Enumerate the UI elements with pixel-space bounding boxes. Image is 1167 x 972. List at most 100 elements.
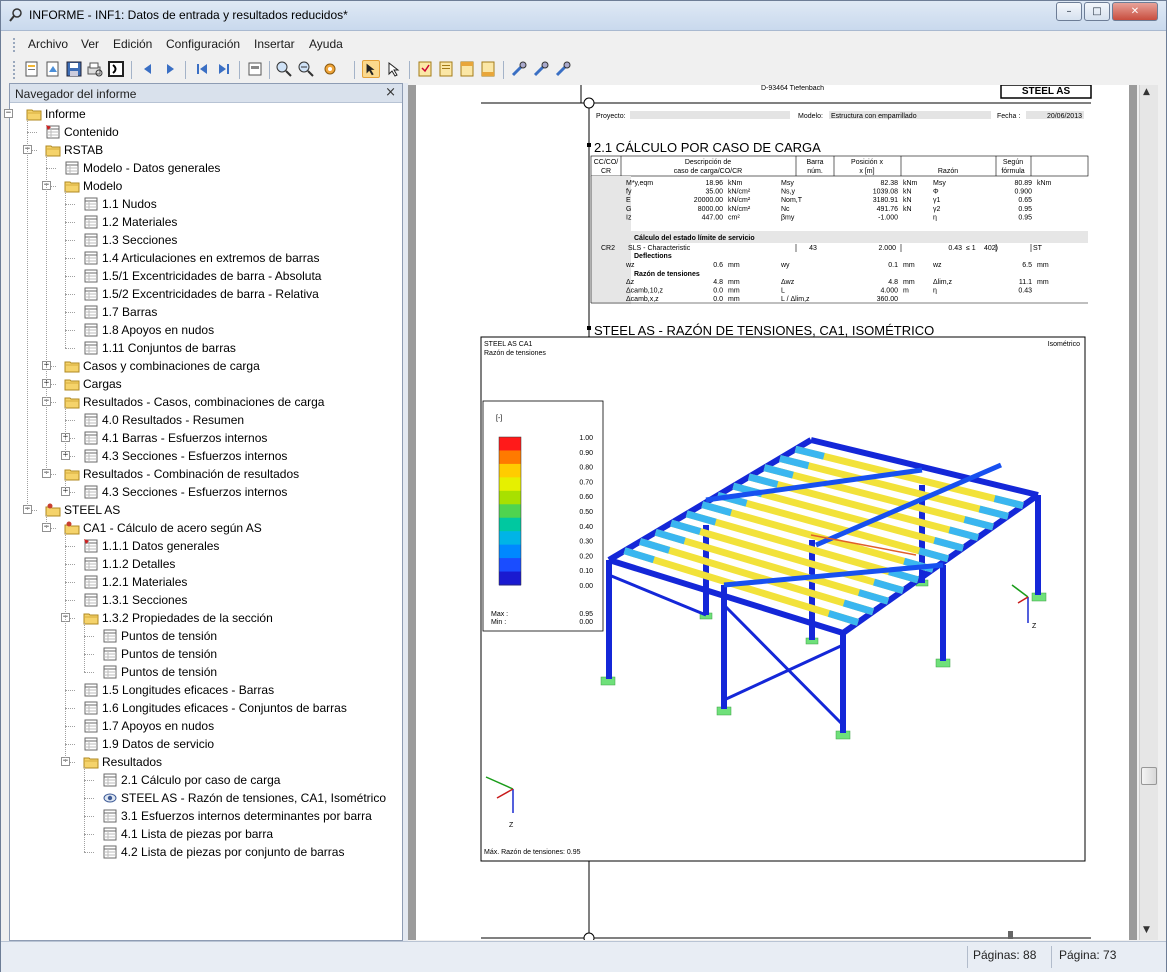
tree-item[interactable]: +4.1 Barras - Esfuerzos internos <box>10 429 400 447</box>
table-cell: kNm <box>728 180 743 187</box>
tree-item-label: Modelo <box>83 179 123 193</box>
maximize-button[interactable]: □ <box>1084 2 1110 21</box>
tree-item[interactable]: − Resultados - Combinación de resultados <box>10 465 400 483</box>
tree-item[interactable]: 1.8 Apoyos en nudos <box>10 321 400 339</box>
menu-ayuda[interactable]: Ayuda <box>309 37 343 51</box>
page-setup-icon[interactable] <box>246 60 264 78</box>
tree-item[interactable]: − Informe <box>4 105 400 123</box>
tree-item[interactable]: − Modelo <box>10 177 400 195</box>
menu-edicion[interactable]: Edición <box>113 37 152 51</box>
svg-text:Z: Z <box>509 822 514 829</box>
tree-item[interactable]: 1.2 Materiales <box>10 213 400 231</box>
table-cell: 18.96 <box>705 180 723 187</box>
tree-item[interactable]: − Resultados - Casos, combinaciones de ca… <box>10 393 400 411</box>
settings-icon[interactable] <box>321 60 339 78</box>
tree-item[interactable]: − RSTAB <box>10 141 400 159</box>
tree-item[interactable]: 2.1 Cálculo por caso de carga <box>10 771 400 789</box>
tools-icon[interactable] <box>510 60 528 78</box>
window-title: INFORME - INF1: Datos de entrada y resul… <box>29 8 348 22</box>
table-icon <box>84 557 98 571</box>
header-icon[interactable] <box>458 60 476 78</box>
tree-item-label: Puntos de tensión <box>121 665 218 679</box>
tree-item[interactable]: 1.7 Barras <box>10 303 400 321</box>
zoom-icon[interactable] <box>275 60 293 78</box>
tree-item[interactable]: 1.5/2 Excentricidades de barra - Relativ… <box>10 285 400 303</box>
next-page-icon[interactable] <box>161 60 179 78</box>
tree-item[interactable]: 1.2.1 Materiales <box>10 573 400 591</box>
tree-item[interactable]: 1.1.2 Detalles <box>10 555 400 573</box>
open-icon[interactable] <box>44 60 62 78</box>
table-cell: m <box>903 288 909 295</box>
tree-item[interactable]: Puntos de tensión <box>10 645 400 663</box>
tree-item[interactable]: 1.6 Longitudes eficaces - Conjuntos de b… <box>10 699 400 717</box>
prev-page-icon[interactable] <box>139 60 157 78</box>
tree-item[interactable]: 1.5/1 Excentricidades de barra - Absolut… <box>10 267 400 285</box>
tree-item[interactable]: 1.3.1 Secciones <box>10 591 400 609</box>
first-page-icon[interactable] <box>193 60 211 78</box>
save-icon[interactable] <box>65 60 83 78</box>
page-icon[interactable] <box>437 60 455 78</box>
tree-item-label: STEEL AS <box>64 503 121 517</box>
table-cell: Δlim,z <box>933 279 953 286</box>
report-document-area[interactable]: D-93464 Tiefenbach STEEL AS Proyecto: Mo… <box>408 84 1137 944</box>
minimize-button[interactable]: – <box>1056 2 1082 21</box>
tree-item[interactable]: 1.3 Secciones <box>10 231 400 249</box>
legend-value: 0.90 <box>579 450 593 457</box>
table-cell: Δz <box>626 279 635 286</box>
menu-insertar[interactable]: Insertar <box>254 37 295 51</box>
tree-item[interactable]: 1.11 Conjuntos de barras <box>10 339 400 357</box>
close-button[interactable]: ✕ <box>1112 2 1158 21</box>
tree-item[interactable]: − Resultados <box>10 753 400 771</box>
tree-item[interactable]: 1.7 Apoyos en nudos <box>10 717 400 735</box>
cover-sheet-icon[interactable] <box>416 60 434 78</box>
tree-item[interactable]: − STEEL AS <box>10 501 400 519</box>
tools3-icon[interactable] <box>554 60 572 78</box>
footer-icon[interactable] <box>479 60 497 78</box>
print-icon[interactable] <box>107 60 125 78</box>
legend-unit: [-] <box>496 415 502 422</box>
menu-ver[interactable]: Ver <box>81 37 99 51</box>
tree-item[interactable]: 4.2 Lista de piezas por conjunto de barr… <box>10 843 400 861</box>
tree-item[interactable]: STEEL AS - Razón de tensiones, CA1, Isom… <box>10 789 400 807</box>
tree-item[interactable]: + Casos y combinaciones de carga <box>10 357 400 375</box>
tree-item[interactable]: − CA1 - Cálculo de acero según AS <box>10 519 400 537</box>
menu-archivo[interactable]: Archivo <box>28 37 68 51</box>
tree-item[interactable]: 4.0 Resultados - Resumen <box>10 411 400 429</box>
new-report-icon[interactable] <box>23 60 41 78</box>
tree-item[interactable]: 1.1.1 Datos generales <box>10 537 400 555</box>
last-page-icon[interactable] <box>215 60 233 78</box>
vertical-scrollbar[interactable]: ▲ ▼ <box>1139 85 1158 940</box>
tree-item[interactable]: +4.3 Secciones - Esfuerzos internos <box>10 483 400 501</box>
tree-item[interactable]: 1.1 Nudos <box>10 195 400 213</box>
zoom-out-icon[interactable] <box>297 60 315 78</box>
legend-max-label: Max : <box>491 611 508 618</box>
table-cell: G <box>626 206 631 213</box>
print-preview-icon[interactable] <box>86 60 104 78</box>
collapse-toggle-icon[interactable]: − <box>4 109 13 118</box>
tree-item[interactable]: 3.1 Esfuerzos internos determinantes por… <box>10 807 400 825</box>
tree-item[interactable]: Puntos de tensión <box>10 627 400 645</box>
tree-item[interactable]: + Cargas <box>10 375 400 393</box>
scroll-down-icon[interactable]: ▼ <box>1143 925 1150 935</box>
tree-item[interactable]: 1.4 Articulaciones en extremos de barras <box>10 249 400 267</box>
tree-item[interactable]: Modelo - Datos generales <box>10 159 400 177</box>
tree-item[interactable]: Contenido <box>10 123 400 141</box>
menu-configuracion[interactable]: Configuración <box>166 37 240 51</box>
tree-item[interactable]: +4.3 Secciones - Esfuerzos internos <box>10 447 400 465</box>
select-icon[interactable] <box>362 60 380 78</box>
tree-item[interactable]: 4.1 Lista de piezas por barra <box>10 825 400 843</box>
tree-item[interactable]: 1.9 Datos de servicio <box>10 735 400 753</box>
tree-connector <box>84 636 94 637</box>
tree-item[interactable]: 1.5 Longitudes eficaces - Barras <box>10 681 400 699</box>
status-separator <box>1051 946 1052 968</box>
tree-item[interactable]: Puntos de tensión <box>10 663 400 681</box>
tree-connector <box>65 690 75 691</box>
tools2-icon[interactable] <box>532 60 550 78</box>
tree-item[interactable]: −1.3.2 Propiedades de la sección <box>10 609 400 627</box>
pointer-icon[interactable] <box>384 60 402 78</box>
table-cell: η <box>933 214 937 221</box>
scroll-up-icon[interactable]: ▲ <box>1143 87 1150 97</box>
navigator-close-icon[interactable]: × <box>385 85 396 100</box>
scroll-thumb[interactable] <box>1141 767 1157 785</box>
tree-guide-line <box>27 119 28 510</box>
